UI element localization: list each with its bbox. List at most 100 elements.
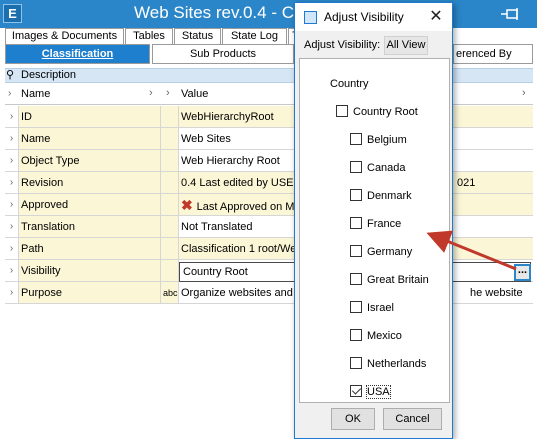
column-header: › Name › › Value › <box>5 84 533 105</box>
row-expand-icon[interactable]: › <box>5 172 18 194</box>
row-expand-icon[interactable]: › <box>5 260 18 282</box>
tab-images-documents[interactable]: Images & Documents <box>5 28 124 45</box>
property-value-text: 0.4 Last edited by USER <box>181 177 302 189</box>
property-type-icon <box>160 106 178 128</box>
checkbox[interactable] <box>350 385 362 398</box>
window-titlebar: E Web Sites rev.0.4 - Cl <box>0 0 537 28</box>
tree-item-great-britain[interactable]: Great Britain <box>350 271 429 289</box>
property-name: Translation <box>18 216 160 238</box>
tree-item-usa[interactable]: USA <box>350 383 391 401</box>
property-row[interactable]: › Purpose abc Organize websites and c he web… <box>5 282 533 304</box>
property-type-icon <box>160 238 178 260</box>
property-value-text: Last Approved on M <box>196 201 295 213</box>
tree-item-label: Belgium <box>367 134 407 146</box>
tree-item-country-root[interactable]: Country Root <box>336 103 418 121</box>
property-name: Object Type <box>18 150 160 172</box>
property-row[interactable]: › Approved ✖ Last Approved on M <box>5 194 533 216</box>
checkbox[interactable] <box>350 273 362 286</box>
checkbox[interactable] <box>350 189 362 202</box>
column-mid-sort-icon[interactable]: › <box>166 87 170 99</box>
tab-status[interactable]: Status <box>174 28 221 45</box>
property-type-icon <box>160 150 178 172</box>
property-value-text: WebHierarchyRoot <box>181 111 274 123</box>
tab-classification[interactable]: Classification <box>5 44 150 64</box>
property-name: Visibility <box>18 260 160 282</box>
property-type-icon <box>160 216 178 238</box>
tab-tables[interactable]: Tables <box>125 28 173 45</box>
dialog-icon <box>304 11 317 24</box>
section-header-label: Description <box>21 69 77 81</box>
row-expand-icon[interactable]: › <box>5 128 18 150</box>
tree-item-label: USA <box>366 385 391 399</box>
property-type-icon <box>160 172 178 194</box>
column-name[interactable]: Name <box>21 88 50 100</box>
pin-icon[interactable] <box>501 7 523 21</box>
tab-sub-products[interactable]: Sub Products <box>152 44 294 64</box>
checkbox[interactable] <box>350 329 362 342</box>
row-divider <box>5 303 533 304</box>
property-name: Name <box>18 128 160 150</box>
tree-item-denmark[interactable]: Denmark <box>350 187 412 205</box>
adjust-visibility-dialog: Adjust Visibility ✕ Adjust Visibility: A… <box>294 2 453 439</box>
tree-item-germany[interactable]: Germany <box>350 243 412 261</box>
tab-referenced-by[interactable]: erenced By <box>453 44 533 64</box>
dialog-titlebar: Adjust Visibility ✕ <box>295 3 452 31</box>
checkbox[interactable] <box>350 217 362 230</box>
section-header-description[interactable]: ⚲ Description <box>5 68 533 83</box>
property-type-icon <box>160 260 178 282</box>
row-expand-icon[interactable]: › <box>5 150 18 172</box>
tree-item-netherlands[interactable]: Netherlands <box>350 355 426 373</box>
property-row[interactable]: › ID WebHierarchyRoot <box>5 106 533 128</box>
tree-item-label: Germany <box>367 246 413 258</box>
tree-item-israel[interactable]: Israel <box>350 299 394 317</box>
property-value-tail: he website <box>470 287 523 299</box>
tree-item-belgium[interactable]: Belgium <box>350 131 407 149</box>
ok-button[interactable]: OK <box>331 408 375 430</box>
expand-icon[interactable]: › <box>8 88 11 99</box>
row-expand-icon[interactable]: › <box>5 238 18 260</box>
tree-item-france[interactable]: France <box>350 215 401 233</box>
cancel-button[interactable]: Cancel <box>383 408 442 430</box>
property-name: ID <box>18 106 160 128</box>
close-icon[interactable]: ✕ <box>425 7 447 27</box>
property-row[interactable]: › Object Type Web Hierarchy Root <box>5 150 533 172</box>
column-value[interactable]: Value <box>181 88 208 100</box>
column-value-sort-icon[interactable]: › <box>522 87 526 99</box>
property-name: Purpose <box>18 282 160 304</box>
property-row[interactable]: › Revision 0.4 Last edited by USER 021 <box>5 172 533 194</box>
property-name: Path <box>18 238 160 260</box>
column-name-sort-icon[interactable]: › <box>149 87 153 99</box>
property-type-icon: abc <box>160 282 178 304</box>
row-expand-icon[interactable]: › <box>5 216 18 238</box>
property-value-tail: 021 <box>457 177 476 189</box>
annotation-arrow <box>426 230 517 271</box>
property-value-text: Web Hierarchy Root <box>181 155 280 167</box>
all-view-button[interactable]: All View <box>384 36 428 55</box>
app-icon: E <box>3 4 22 23</box>
tree-root-country[interactable]: Country <box>330 75 369 93</box>
row-expand-icon[interactable]: › <box>5 282 18 304</box>
tree-item-canada[interactable]: Canada <box>350 159 406 177</box>
checkbox[interactable] <box>350 161 362 174</box>
tree-item-label: France <box>367 218 402 230</box>
checkbox[interactable] <box>350 357 362 370</box>
property-type-icon <box>160 194 178 216</box>
property-name: Revision <box>18 172 160 194</box>
tree-item-label: Israel <box>367 302 394 314</box>
tree-item-mexico[interactable]: Mexico <box>350 327 402 345</box>
checkbox[interactable] <box>350 245 362 258</box>
property-row[interactable]: › Name Web Sites <box>5 128 533 150</box>
checkbox[interactable] <box>350 133 362 146</box>
tree-item-label: Country Root <box>353 106 418 118</box>
checkbox[interactable] <box>336 105 348 118</box>
row-expand-icon[interactable]: › <box>5 106 18 128</box>
adjust-visibility-label: Adjust Visibility: <box>304 39 381 51</box>
tree-item-label: Mexico <box>367 330 402 342</box>
tree-item-label: Canada <box>367 162 406 174</box>
property-value-text: Not Translated <box>181 221 253 233</box>
row-expand-icon[interactable]: › <box>5 194 18 216</box>
tree-item-label: Netherlands <box>367 358 427 370</box>
checkbox[interactable] <box>350 301 362 314</box>
tab-state-log[interactable]: State Log <box>222 28 287 45</box>
pin-small-icon[interactable]: ⚲ <box>6 68 14 81</box>
